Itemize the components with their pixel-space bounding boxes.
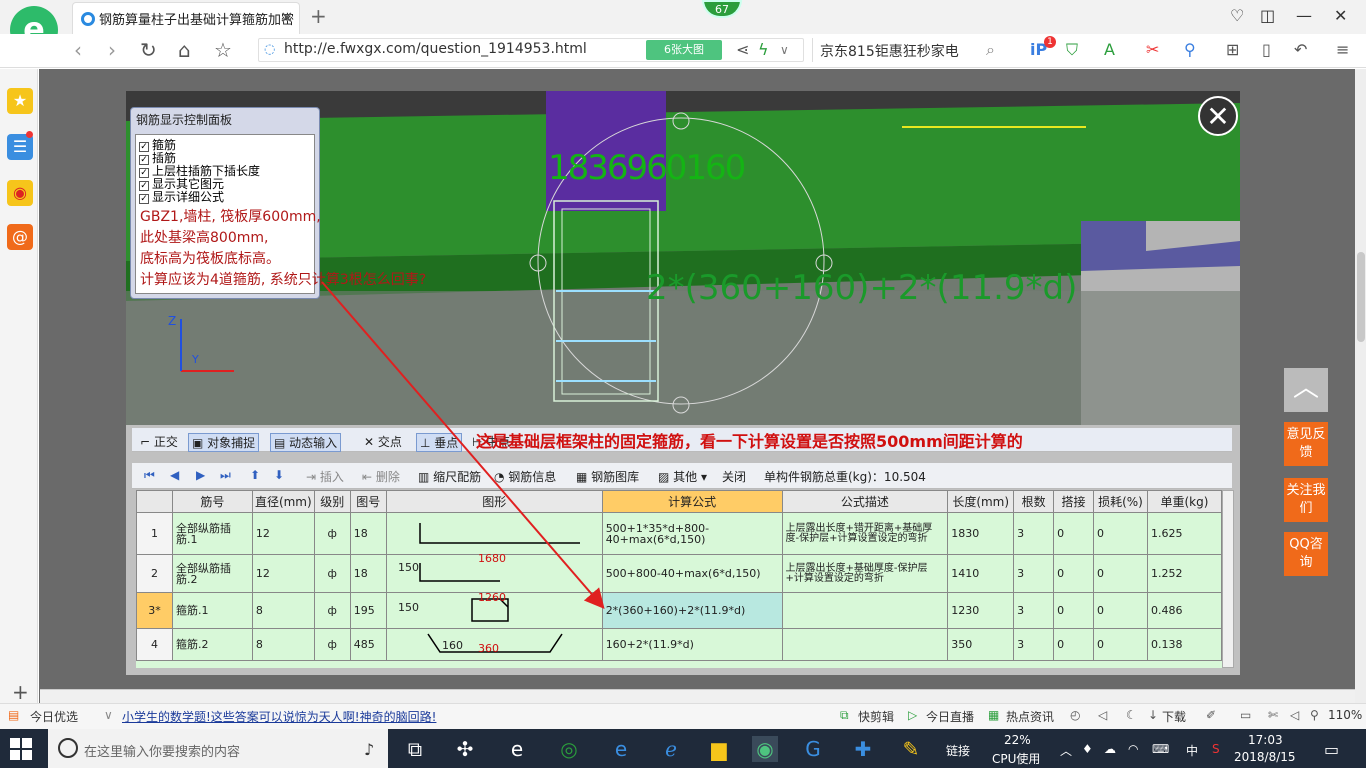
accelerate-icon[interactable]: ◴: [1070, 708, 1080, 722]
news-icon: ▦: [988, 708, 1000, 722]
taskbar-search-placeholder[interactable]: 在这里输入你要搜索的内容: [84, 741, 240, 760]
quick-edit-link[interactable]: 快剪辑: [858, 708, 894, 725]
active-browser-icon[interactable]: ◉: [752, 736, 778, 762]
volume-icon[interactable]: ◁: [1098, 708, 1107, 722]
notify-icon[interactable]: ♦: [1082, 742, 1093, 756]
feedback-button[interactable]: 意见反馈: [1284, 422, 1328, 466]
cut-icon[interactable]: ✄: [1268, 708, 1278, 722]
window-icon[interactable]: ▭: [1240, 708, 1251, 722]
download-icon: ↓: [1148, 708, 1159, 722]
folder-icon[interactable]: ▆: [706, 736, 732, 762]
windows-start-icon[interactable]: [10, 738, 32, 760]
plus-app-icon[interactable]: ✚: [850, 736, 876, 762]
task-view-icon[interactable]: ⧉: [402, 736, 428, 762]
keyboard-icon[interactable]: ⌨: [1152, 742, 1169, 756]
clear-icon[interactable]: ✐: [1206, 708, 1216, 722]
zoom-icon: ⚲: [1310, 708, 1319, 722]
qq-consult-button[interactable]: QQ咨询: [1284, 532, 1328, 576]
app-icon[interactable]: ◎: [556, 736, 582, 762]
zoom-level[interactable]: 110%: [1328, 708, 1362, 722]
wifi-icon[interactable]: ◠: [1128, 742, 1138, 756]
hot-news-link[interactable]: 热点资讯: [1006, 708, 1054, 725]
daily-pick-label[interactable]: 今日优选: [30, 708, 78, 725]
g-app-icon[interactable]: G: [800, 736, 826, 762]
download-link[interactable]: 下载: [1162, 708, 1186, 725]
edge-icon[interactable]: e: [608, 736, 634, 762]
cpu-percent: 22%: [1004, 733, 1031, 747]
tray-expand-icon[interactable]: ︿: [1060, 742, 1072, 759]
notepad-icon[interactable]: ✎: [898, 736, 924, 762]
live-link[interactable]: 今日直播: [926, 708, 974, 725]
news-link[interactable]: 小学生的数学题!这些答案可以说惊为天人啊!神奇的脑回路!: [122, 708, 436, 725]
microphone-icon[interactable]: ♪: [364, 740, 374, 759]
action-center-icon[interactable]: ▭: [1324, 740, 1339, 759]
pointer-arrow: [321, 281, 605, 610]
daily-pick-icon: ▤: [8, 708, 20, 722]
back-to-top-icon[interactable]: ︿: [1284, 368, 1328, 412]
clock-date[interactable]: 2018/8/15: [1234, 750, 1296, 764]
ie-icon[interactable]: ℯ: [658, 736, 684, 762]
follow-us-button[interactable]: 关注我们: [1284, 478, 1328, 522]
clock-time[interactable]: 17:03: [1248, 733, 1283, 747]
ime-indicator[interactable]: 中: [1186, 742, 1198, 759]
cpu-label: CPU使用: [992, 752, 1041, 766]
cloud-icon[interactable]: ☁: [1104, 742, 1116, 756]
fan-app-icon[interactable]: ✣: [452, 736, 478, 762]
quick-edit-icon: ⧉: [840, 708, 849, 722]
taskbar-link[interactable]: 链接: [946, 742, 970, 759]
sogou-icon[interactable]: S: [1212, 742, 1220, 756]
live-icon: ▷: [908, 708, 918, 722]
ie-browser-icon[interactable]: e: [504, 736, 530, 762]
arrow-overlay: [321, 281, 605, 610]
audio-icon[interactable]: ◁: [1290, 708, 1299, 722]
expand-icon[interactable]: ∨: [104, 708, 113, 722]
moon-icon[interactable]: ☾: [1126, 708, 1137, 722]
horizontal-scrollbar[interactable]: [40, 689, 1355, 703]
cortana-icon: [58, 738, 78, 758]
